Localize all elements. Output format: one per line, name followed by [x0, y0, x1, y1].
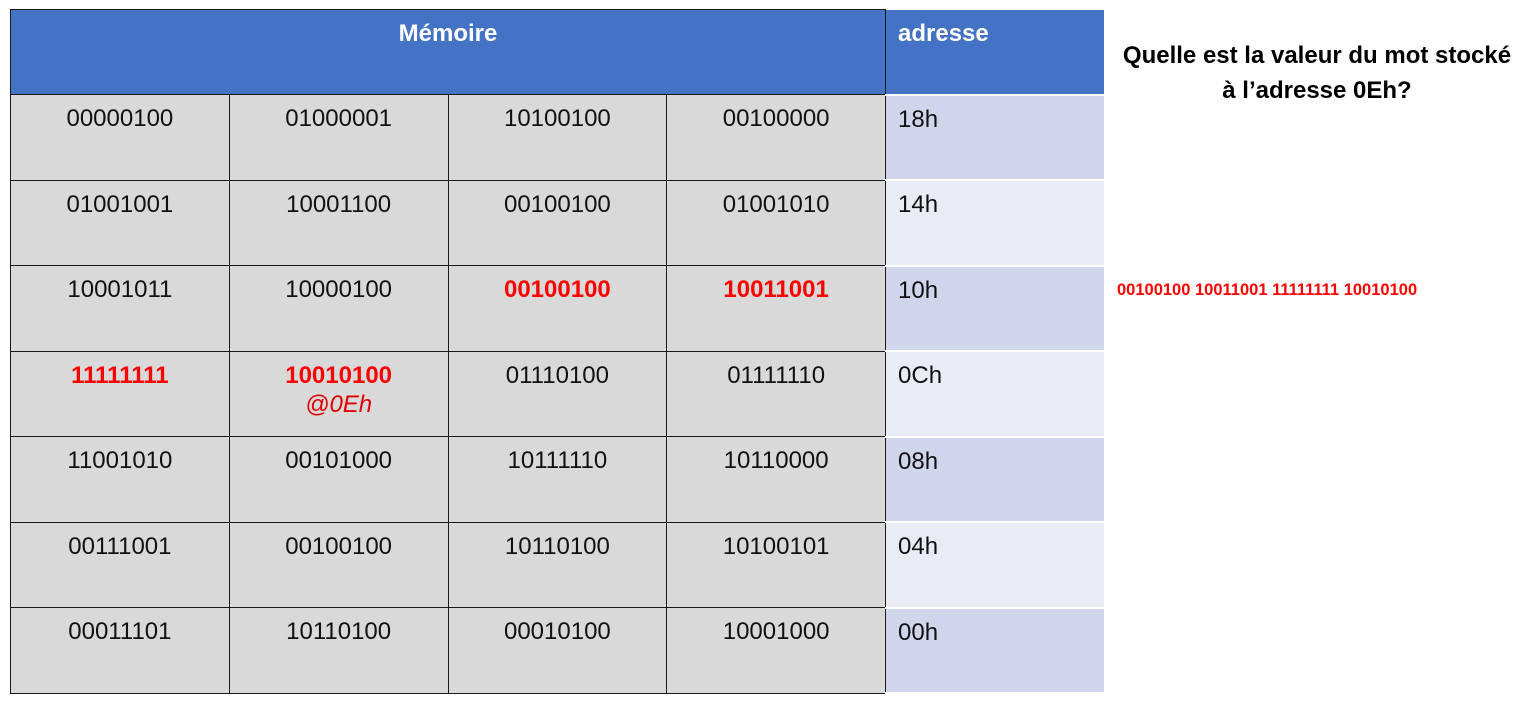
byte-cell-highlighted: 10010100 @0Eh — [228, 350, 449, 437]
byte-cell: 01000001 — [228, 94, 449, 181]
header-memory: Mémoire — [9, 9, 887, 95]
header-address: adresse — [885, 9, 1104, 96]
byte-cell: 01110100 — [447, 350, 668, 437]
byte-cell: 00010100 — [447, 607, 668, 694]
byte-cell: 10100100 — [447, 94, 668, 181]
table-row: 10001011 10000100 00100100 10011001 10h — [10, 265, 1104, 352]
address-cell: 04h — [885, 522, 1104, 609]
byte-cell: 00011101 — [10, 607, 230, 694]
byte-cell: 00101000 — [228, 436, 449, 523]
byte-cell: 10001011 — [10, 265, 230, 352]
byte-cell: 10001100 — [228, 179, 449, 266]
table-row: 11001010 00101000 10111110 10110000 08h — [10, 436, 1104, 523]
address-cell: 14h — [885, 180, 1104, 267]
address-cell: 18h — [885, 94, 1104, 181]
byte-cell: 10110000 — [666, 436, 887, 523]
byte-cell: 00000100 — [10, 94, 230, 181]
table-row: 00111001 00100100 10110100 10100101 04h — [10, 521, 1104, 609]
table-header-row: Mémoire adresse — [9, 9, 1104, 96]
byte-cell: 00100000 — [666, 94, 887, 181]
byte-cell: 01001001 — [10, 179, 230, 266]
byte-cell: 10001000 — [666, 607, 887, 694]
address-cell: 0Ch — [885, 351, 1104, 438]
byte-cell: 00100100 — [228, 521, 449, 608]
byte-value: 10010100 — [285, 361, 393, 389]
byte-cell: 00111001 — [10, 521, 230, 608]
table-row: 01001001 10001100 00100100 01001010 14h — [10, 179, 1104, 267]
byte-cell: 01111110 — [666, 350, 887, 437]
byte-cell: 11001010 — [10, 436, 230, 523]
address-annotation: @0Eh — [305, 390, 373, 418]
question-text: Quelle est la valeur du mot stocké à l’a… — [1122, 42, 1512, 104]
address-cell: 08h — [885, 436, 1104, 523]
address-cell: 00h — [885, 607, 1104, 694]
answer-text: 00100100 10011001 11111111 10010100 — [1117, 281, 1418, 299]
byte-cell: 10110100 — [228, 607, 449, 694]
byte-cell: 10111110 — [447, 436, 668, 523]
memory-table: Mémoire adresse 00000100 01000001 101001… — [9, 9, 1104, 694]
table-row: 11111111 10010100 @0Eh 01110100 01111110… — [10, 350, 1104, 438]
table-row: 00011101 10110100 00010100 10001000 00h — [10, 607, 1104, 694]
byte-cell: 10100101 — [666, 521, 887, 608]
byte-cell-highlighted: 00100100 — [447, 265, 668, 352]
byte-cell-highlighted: 10011001 — [666, 265, 887, 352]
byte-cell: 10000100 — [228, 265, 449, 352]
byte-cell-highlighted: 11111111 — [10, 350, 230, 437]
address-cell: 10h — [885, 265, 1104, 352]
table-row: 00000100 01000001 10100100 00100000 18h — [10, 94, 1104, 181]
byte-cell: 00100100 — [447, 179, 668, 266]
byte-cell: 10110100 — [447, 521, 668, 608]
byte-cell: 01001010 — [666, 179, 887, 266]
